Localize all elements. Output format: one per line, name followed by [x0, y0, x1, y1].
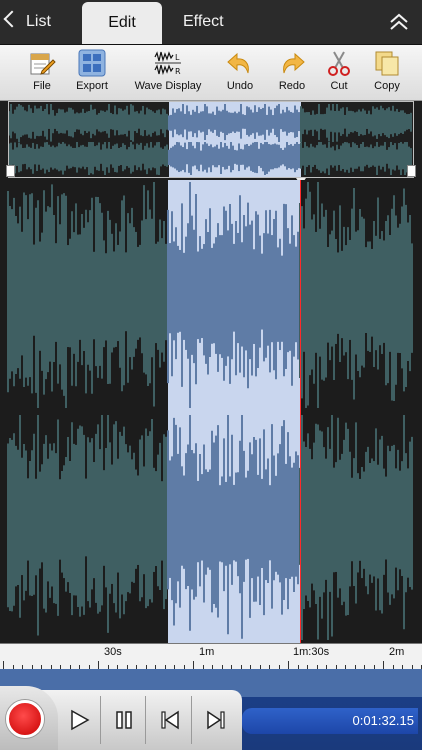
tab-effect[interactable]: Effect [183, 0, 224, 44]
wave-display-icon: L R [154, 51, 181, 76]
redo-icon [283, 52, 305, 74]
copy-icon [375, 51, 399, 76]
edit-toolbar: File Export L R Wave Display Undo Redo C… [0, 45, 422, 101]
cut-label: Cut [330, 80, 348, 92]
overview-waveform [9, 104, 412, 175]
export-button[interactable]: Export [72, 49, 112, 99]
back-label: List [26, 13, 51, 30]
chevron-left-icon [3, 10, 21, 28]
svg-text:R: R [175, 67, 181, 76]
record-button[interactable] [6, 700, 44, 738]
skip-back-button[interactable] [149, 696, 192, 744]
file-button[interactable]: File [26, 49, 58, 99]
undo-icon [227, 52, 249, 74]
play-button[interactable] [58, 696, 101, 744]
redo-button[interactable]: Redo [274, 49, 310, 99]
selection-start-handle[interactable] [6, 165, 15, 177]
ruler-label: 1m [199, 646, 215, 658]
collapse-icon[interactable] [388, 11, 410, 33]
ruler-label: 2m [389, 646, 405, 658]
skip-forward-button[interactable] [195, 696, 237, 744]
wave-display-button[interactable]: L R Wave Display [131, 49, 205, 99]
file-icon [30, 53, 56, 75]
stereo-waveform [7, 182, 413, 640]
waveform-overview[interactable] [8, 101, 414, 178]
copy-button[interactable]: Copy [370, 49, 404, 99]
back-to-list-button[interactable]: List [3, 0, 51, 44]
export-label: Export [76, 80, 108, 92]
cut-button[interactable]: Cut [324, 49, 354, 99]
playback-cursor[interactable] [300, 180, 301, 680]
tab-edit[interactable]: Edit [82, 2, 162, 44]
file-label: File [33, 80, 51, 92]
scissors-icon [328, 51, 350, 76]
ruler-label: 1m:30s [293, 646, 330, 658]
top-tab-bar: List Edit Effect [0, 0, 422, 45]
waveform-editor[interactable] [0, 180, 422, 643]
undo-label: Undo [226, 80, 254, 92]
copy-label: Copy [374, 80, 400, 92]
pause-button[interactable] [103, 696, 146, 744]
pause-icon [116, 711, 132, 729]
ruler-label: 30s [104, 646, 122, 658]
redo-label: Redo [278, 80, 306, 92]
play-icon [71, 709, 90, 731]
selection-end-handle[interactable] [407, 165, 416, 177]
skip-back-icon [161, 710, 179, 730]
skip-forward-icon [207, 710, 225, 730]
export-icon [78, 49, 106, 77]
wave-display-label: Wave Display [134, 80, 202, 92]
svg-text:L: L [175, 53, 180, 62]
time-display: 0:01:32.15 [242, 708, 418, 734]
undo-button[interactable]: Undo [223, 49, 257, 99]
time-ruler[interactable]: 30s 1m 1m:30s 2m [0, 643, 422, 670]
